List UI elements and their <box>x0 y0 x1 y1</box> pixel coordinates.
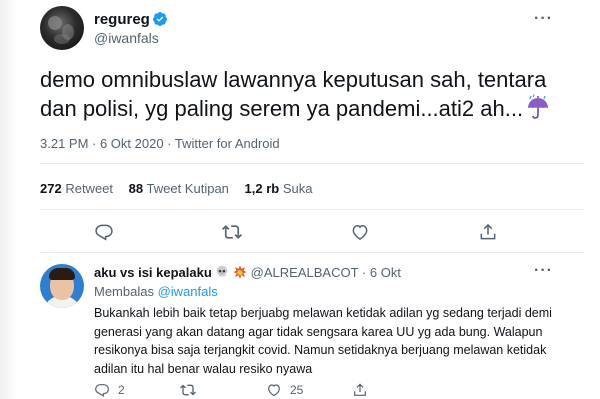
more-icon[interactable]: ··· <box>534 10 553 28</box>
handle[interactable]: @iwanfals <box>94 30 159 46</box>
retweets-label[interactable]: Retweet <box>65 181 113 196</box>
reply-tweet[interactable]: aku vs isi kepalaku @ALREALBACOT · 6 Okt… <box>0 254 600 399</box>
tweet-text: demo omnibuslaw lawannya keputusan sah, … <box>40 65 580 123</box>
likes-count[interactable]: 1,2 rb <box>245 181 280 196</box>
reply-display-name[interactable]: aku vs isi kepalaku <box>94 265 212 280</box>
like-icon <box>268 384 280 397</box>
avatar[interactable] <box>40 264 84 308</box>
likes-label[interactable]: Suka <box>283 181 313 196</box>
separator-dot: · <box>361 265 367 280</box>
main-tweet: regureg @iwanfals ··· demo omnibuslaw la… <box>0 0 600 262</box>
quotes-label[interactable]: Tweet Kutipan <box>147 181 229 196</box>
reply-timestamp[interactable]: 6 Okt <box>370 265 401 280</box>
tweet-body: demo omnibuslaw lawannya keputusan sah, … <box>40 67 547 121</box>
like-button[interactable]: 25 <box>266 382 303 398</box>
reply-icon[interactable] <box>94 222 114 242</box>
divider <box>40 163 584 164</box>
replying-mention[interactable]: @iwanfals <box>158 284 218 299</box>
divider <box>40 209 584 210</box>
reply-icon <box>95 384 109 397</box>
collision-icon <box>233 265 247 279</box>
tweet-meta: 3.21 PM · 6 Okt 2020 · Twitter for Andro… <box>40 136 280 151</box>
more-icon[interactable]: ··· <box>534 262 553 280</box>
reply-handle[interactable]: @ALREALBACOT <box>251 265 359 280</box>
skull-icon <box>215 265 229 279</box>
divider <box>40 252 584 253</box>
replying-prefix: Membalas <box>94 284 158 299</box>
reply-header: aku vs isi kepalaku @ALREALBACOT · 6 Okt <box>94 265 401 280</box>
verified-badge-icon <box>152 11 168 27</box>
engagement-stats: 272 Retweet 88 Tweet Kutipan 1,2 rb Suka <box>40 181 312 196</box>
share-icon[interactable] <box>478 222 498 242</box>
share-icon <box>354 383 366 396</box>
reply-text: Bukankah lebih baik tetap berjuabg melaw… <box>94 306 552 376</box>
avatar[interactable] <box>40 6 84 50</box>
retweet-icon[interactable] <box>222 222 242 242</box>
share-button[interactable] <box>352 382 376 398</box>
retweet-icon <box>180 384 196 396</box>
retweet-button[interactable] <box>180 382 204 398</box>
display-name[interactable]: regureg <box>94 11 150 28</box>
like-count: 25 <box>290 383 304 397</box>
replying-to: Membalas @iwanfals <box>94 284 218 299</box>
umbrella-rain-icon <box>525 94 551 120</box>
like-icon[interactable] <box>350 222 370 242</box>
reply-count: 2 <box>118 383 125 397</box>
quotes-count[interactable]: 88 <box>129 181 143 196</box>
retweets-count[interactable]: 272 <box>40 181 62 196</box>
reply-button[interactable]: 2 <box>94 382 125 398</box>
